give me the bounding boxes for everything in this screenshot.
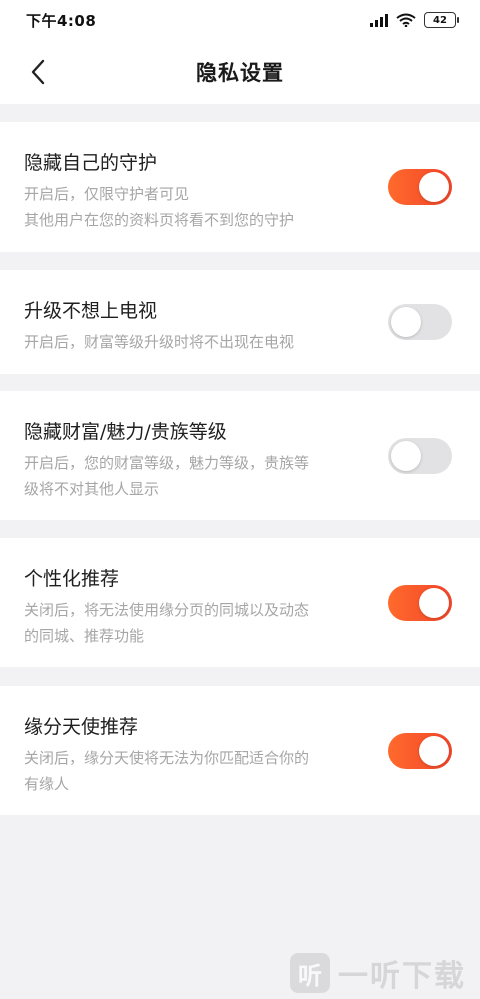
- setting-description: 开启后，仅限守护者可见 其他用户在您的资料页将看不到您的守护: [24, 181, 364, 233]
- setting-description-line: 级将不对其他人显示: [24, 480, 160, 498]
- setting-personalized-recommend: 个性化推荐 关闭后，将无法使用缘分页的同城以及动态 的同城、推荐功能: [0, 538, 480, 667]
- toggle-knob: [391, 307, 421, 337]
- setting-description: 开启后，财富等级升级时将不出现在电视: [24, 329, 364, 355]
- setting-no-tv-upgrade: 升级不想上电视 开启后，财富等级升级时将不出现在电视: [0, 270, 480, 374]
- setting-description: 关闭后，将无法使用缘分页的同城以及动态 的同城、推荐功能: [24, 597, 364, 649]
- setting-description-line: 有缘人: [24, 775, 70, 793]
- setting-description-line: 关闭后，缘分天使将无法为你匹配适合你的: [24, 749, 310, 767]
- chevron-left-icon: [31, 59, 45, 85]
- setting-description-line: 开启后，仅限守护者可见: [24, 185, 190, 203]
- toggle-personalized-recommend[interactable]: [388, 585, 452, 621]
- wifi-icon: [396, 13, 416, 27]
- setting-description: 关闭后，缘分天使将无法为你匹配适合你的 有缘人: [24, 745, 364, 797]
- toggle-no-tv-upgrade[interactable]: [388, 304, 452, 340]
- toggle-knob: [419, 588, 449, 618]
- setting-title: 缘分天使推荐: [24, 716, 139, 738]
- back-button[interactable]: [20, 54, 56, 90]
- toggle-knob: [419, 736, 449, 766]
- setting-description-line: 开启后，您的财富等级，魅力等级，贵族等: [24, 454, 310, 472]
- setting-title: 隐藏财富/魅力/贵族等级: [24, 421, 227, 443]
- toggle-knob: [419, 172, 449, 202]
- watermark: 听 一听下载: [290, 951, 466, 995]
- setting-hide-guardian: 隐藏自己的守护 开启后，仅限守护者可见 其他用户在您的资料页将看不到您的守护: [0, 122, 480, 252]
- setting-hide-levels: 隐藏财富/魅力/贵族等级 开启后，您的财富等级，魅力等级，贵族等 级将不对其他人…: [0, 391, 480, 520]
- signal-icon: [370, 13, 388, 27]
- watermark-text: 一听下载: [338, 959, 466, 994]
- toggle-hide-levels[interactable]: [388, 438, 452, 474]
- status-icons: 42: [370, 12, 459, 28]
- setting-description: 开启后，您的财富等级，魅力等级，贵族等 级将不对其他人显示: [24, 450, 364, 502]
- status-bar: 下午4:08 42: [0, 0, 480, 40]
- setting-title: 隐藏自己的守护: [24, 152, 158, 174]
- setting-description-line: 的同城、推荐功能: [24, 627, 145, 645]
- setting-description-line: 开启后，财富等级升级时将不出现在电视: [24, 333, 295, 351]
- status-time: 下午4:08: [26, 11, 97, 30]
- toggle-fate-angel-recommend[interactable]: [388, 733, 452, 769]
- page-title: 隐私设置: [196, 61, 284, 85]
- watermark-logo: 听: [290, 953, 330, 993]
- setting-fate-angel-recommend: 缘分天使推荐 关闭后，缘分天使将无法为你匹配适合你的 有缘人: [0, 686, 480, 815]
- setting-description-line: 其他用户在您的资料页将看不到您的守护: [24, 211, 295, 229]
- setting-title: 个性化推荐: [24, 568, 120, 590]
- toggle-hide-guardian[interactable]: [388, 169, 452, 205]
- setting-description-line: 关闭后，将无法使用缘分页的同城以及动态: [24, 601, 310, 619]
- setting-title: 升级不想上电视: [24, 300, 158, 322]
- battery-level: 42: [433, 14, 447, 26]
- toggle-knob: [391, 441, 421, 471]
- battery-icon: 42: [424, 12, 459, 28]
- nav-bar: 隐私设置: [0, 40, 480, 104]
